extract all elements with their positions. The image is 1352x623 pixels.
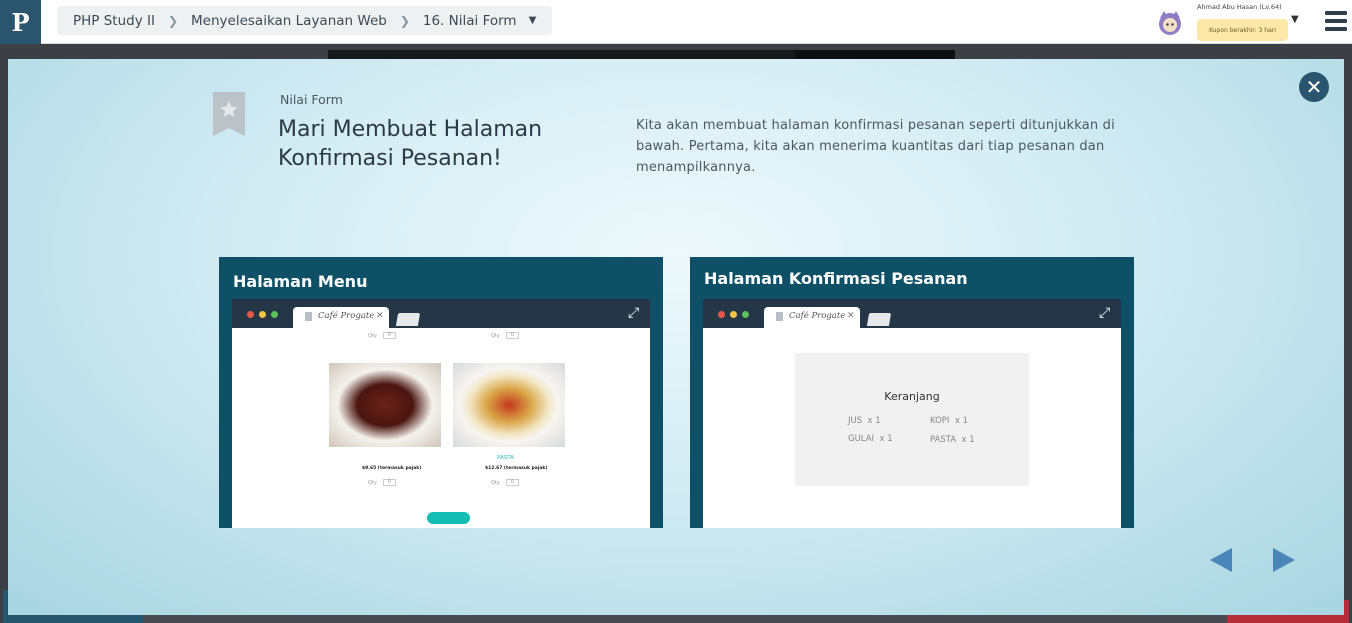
card-title: Halaman Konfirmasi Pesanan — [704, 269, 968, 288]
breadcrumb-course[interactable]: PHP Study II — [73, 13, 155, 29]
browser-tab: Café Progate ✕ — [293, 307, 389, 328]
expand-icon: ⤢ — [628, 305, 640, 321]
browser-tab-label: Café Progate — [318, 311, 375, 321]
food-image-pasta — [453, 363, 565, 447]
food-name: PASTA — [497, 455, 514, 461]
window-minimize-dot-icon — [259, 311, 266, 318]
qty-field: Qty 0 — [368, 332, 396, 339]
breadcrumb: PHP Study II ❯ Menyelesaikan Layanan Web… — [57, 6, 553, 35]
caret-down-icon[interactable]: ▼ — [1291, 14, 1299, 25]
slide-title: Mari Membuat Halaman Konfirmasi Pesanan! — [278, 115, 578, 173]
slide-modal: ✕ Nilai Form Mari Membuat Halaman Konfir… — [8, 59, 1344, 615]
menu-page-content: Qty 0 Qty 0 PASTA $9.65 (termasuk pajak) $… — [232, 328, 650, 528]
cart-item-qty: x 1 — [954, 416, 968, 426]
qty-field: Qty 0 — [491, 332, 519, 339]
chevron-right-icon: ❯ — [167, 13, 179, 28]
cart-item: PASTA x 1 — [930, 435, 975, 445]
qty-label: Qty — [368, 333, 377, 339]
next-slide-icon[interactable] — [1273, 548, 1295, 572]
tab-close-icon: ✕ — [376, 311, 384, 321]
food-image-gulai — [329, 363, 441, 447]
cart-item-name: KOPI — [930, 416, 950, 426]
new-tab-icon — [866, 313, 892, 326]
order-button — [427, 512, 470, 524]
qty-box: 0 — [505, 332, 519, 339]
window-minimize-dot-icon — [730, 311, 737, 318]
qty-label: Qty — [368, 480, 377, 486]
qty-field: Qty 0 — [368, 479, 396, 486]
previous-slide-icon[interactable] — [1210, 548, 1232, 572]
qty-box: 0 — [382, 479, 396, 486]
cart-box: Keranjang JUS x 1 KOPI x 1 GULAI x 1 PAS… — [795, 353, 1029, 486]
price-label: $12.67 (termasuk pajak) — [485, 466, 548, 471]
caret-down-icon[interactable]: ▼ — [529, 15, 537, 26]
browser-bar: Café Progate ✕ ⤢ — [703, 299, 1121, 328]
menu-page-card: Halaman Menu Café Progate ✕ ⤢ Qty 0 Qty … — [219, 257, 663, 528]
avatar[interactable] — [1156, 9, 1184, 37]
browser-bar: Café Progate ✕ ⤢ — [232, 299, 650, 328]
browser-mockup: Café Progate ✕ ⤢ Qty 0 Qty 0 PASTA $9.65 (… — [232, 299, 650, 528]
slide-label: Nilai Form — [280, 92, 343, 107]
qty-box: 0 — [505, 479, 519, 486]
expand-icon: ⤢ — [1099, 305, 1111, 321]
price-label: $9.65 (termasuk pajak) — [362, 466, 422, 471]
confirm-page-content: Keranjang JUS x 1 KOPI x 1 GULAI x 1 PAS… — [703, 328, 1121, 528]
window-close-dot-icon — [247, 311, 254, 318]
chevron-right-icon: ❯ — [399, 13, 410, 28]
cart-item-name: GULAI — [848, 434, 875, 444]
cart-title: Keranjang — [884, 390, 940, 403]
window-close-dot-icon — [718, 311, 725, 318]
card-title: Halaman Menu — [233, 272, 368, 291]
qty-label: Qty — [491, 333, 500, 339]
breadcrumb-chapter[interactable]: Menyelesaikan Layanan Web — [191, 13, 387, 29]
cart-item-name: PASTA — [930, 435, 957, 445]
cart-item: GULAI x 1 — [848, 434, 893, 444]
qty-box: 0 — [382, 332, 396, 339]
slide-title-line: Konfirmasi Pesanan! — [278, 146, 502, 171]
cart-item-qty: x 1 — [961, 435, 975, 445]
browser-tab: Café Progate ✕ — [764, 307, 860, 328]
cart-item-qty: x 1 — [879, 434, 893, 444]
new-tab-icon — [395, 313, 421, 326]
document-icon — [305, 312, 312, 321]
browser-mockup: Café Progate ✕ ⤢ Keranjang JUS x 1 KOPI … — [703, 299, 1121, 528]
browser-tab-label: Café Progate — [789, 311, 846, 321]
window-maximize-dot-icon — [742, 311, 749, 318]
cart-item: KOPI x 1 — [930, 416, 968, 426]
slide-description: Kita akan membuat halaman konfirmasi pes… — [636, 118, 1115, 175]
qty-label: Qty — [491, 480, 500, 486]
document-icon — [776, 312, 783, 321]
tab-close-icon: ✕ — [847, 311, 855, 321]
hamburger-menu-icon[interactable] — [1325, 10, 1347, 32]
user-name: Ahmad Abu Hasan (Lv.64) — [1197, 3, 1282, 11]
qty-field: Qty 0 — [491, 479, 519, 486]
cart-item: JUS x 1 — [848, 416, 881, 426]
cart-item-name: JUS — [848, 416, 863, 426]
top-bar: P PHP Study II ❯ Menyelesaikan Layanan W… — [0, 0, 1352, 44]
confirm-page-card: Halaman Konfirmasi Pesanan Café Progate … — [690, 257, 1134, 528]
slide-title-line: Mari Membuat Halaman — [278, 117, 543, 142]
breadcrumb-lesson[interactable]: 16. Nilai Form — [423, 13, 517, 29]
cart-item-qty: x 1 — [867, 416, 881, 426]
window-maximize-dot-icon — [271, 311, 278, 318]
coupon-badge: Kupon berakhir: 3 hari — [1197, 19, 1288, 41]
close-icon[interactable]: ✕ — [1299, 72, 1329, 102]
background-panel — [795, 50, 955, 59]
bookmark-star-icon[interactable] — [213, 92, 245, 136]
progate-logo-icon[interactable]: P — [0, 0, 41, 44]
